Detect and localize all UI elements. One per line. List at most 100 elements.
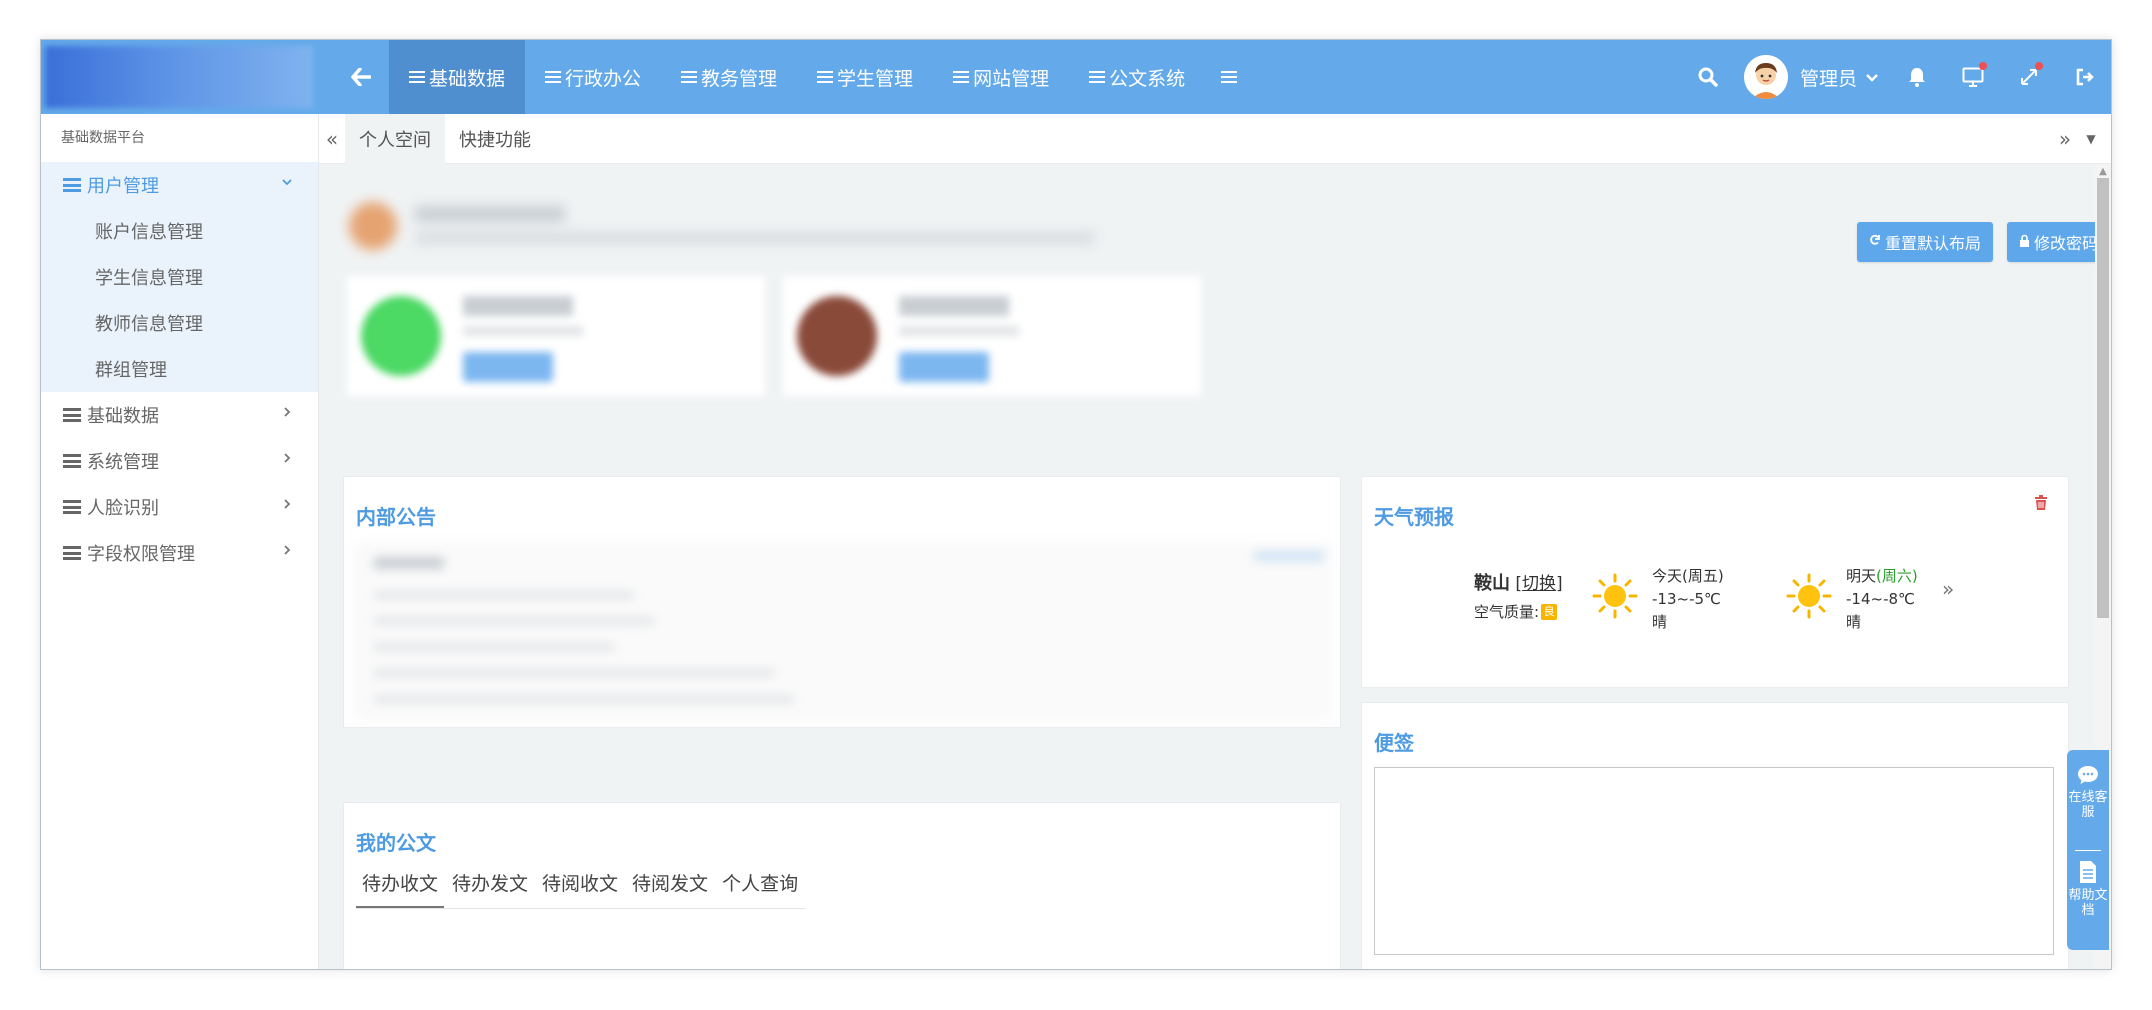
app-logo	[45, 46, 313, 108]
menu-icon	[1221, 71, 1238, 83]
sidebar-item-teacher-info[interactable]: 教师信息管理	[41, 300, 318, 346]
menu-icon	[545, 71, 562, 83]
notice-panel: 内部公告	[343, 476, 1341, 728]
tomorrow-desc: 晴	[1846, 613, 1862, 631]
top-nav: 基础数据 行政办公 教务管理 学生管理 网站管理 公文系统	[389, 40, 1257, 114]
floating-service-panel: 在线客服 帮助文档	[2067, 750, 2109, 950]
chevron-right-icon	[280, 404, 294, 423]
top-right-tools: 管理员	[1680, 40, 2111, 114]
tab-pending-sent[interactable]: 待办发文	[446, 865, 534, 908]
sidebar: 基础数据平台 用户管理 账户信息管理 学生信息管理 教师信息管理 群组管理 基础…	[41, 114, 319, 969]
nav-item-basic-data[interactable]: 基础数据	[389, 40, 526, 114]
chat-icon	[2078, 766, 2098, 784]
sidebar-title: 基础数据平台	[61, 130, 145, 146]
notice-list-blurred	[354, 543, 1332, 721]
tab-personal-space[interactable]: 个人空间	[345, 114, 445, 164]
tab-list: 个人空间 快捷功能	[345, 114, 545, 164]
shortcut-card-blurred	[783, 276, 1201, 396]
notes-title: 便签	[1374, 731, 1414, 755]
bell-icon[interactable]	[1889, 40, 1945, 114]
sidebar-group-label: 用户管理	[87, 176, 159, 197]
menu-icon	[817, 71, 834, 83]
divider	[2075, 850, 2101, 851]
nav-label: 基础数据	[429, 67, 506, 90]
chevron-down-icon	[280, 174, 294, 193]
sidebar-group-system-management[interactable]: 系统管理	[41, 438, 318, 484]
user-menu[interactable]: 管理员	[1743, 55, 1879, 99]
refresh-icon	[1869, 234, 1881, 250]
sidebar-item-account-info[interactable]: 账户信息管理	[41, 208, 318, 254]
expand-icon[interactable]	[2001, 40, 2057, 114]
sidebar-submenu: 账户信息管理 学生信息管理 教师信息管理 群组管理	[41, 208, 318, 392]
logout-icon[interactable]	[2057, 40, 2111, 114]
today-weekday: (周五)	[1682, 567, 1724, 585]
sidebar-group-label: 人脸识别	[87, 498, 159, 519]
sidebar-group-face-recognition[interactable]: 人脸识别	[41, 484, 318, 530]
nav-item-documents[interactable]: 公文系统	[1069, 40, 1205, 114]
air-quality: 空气质量: 良	[1474, 601, 1558, 622]
tab-toread-sent[interactable]: 待阅发文	[626, 865, 714, 908]
app-window: 基础数据 行政办公 教务管理 学生管理 网站管理 公文系统 管理员 基础数据平台…	[40, 39, 2112, 970]
main-content: 重置默认布局 修改密码 内部公告 我的公文 待办收文 待办发文 待阅收文 待阅发…	[319, 164, 2111, 969]
back-arrow-icon[interactable]	[333, 40, 389, 114]
tab-pending-received[interactable]: 待办收文	[356, 865, 445, 908]
sidebar-group-user-management[interactable]: 用户管理	[41, 162, 318, 208]
tab-bar: « 个人空间 快捷功能 » ▼	[319, 114, 2111, 164]
nav-label: 公文系统	[1109, 67, 1186, 90]
profile-summary-blurred	[343, 198, 1103, 258]
menu-icon	[953, 71, 970, 83]
double-chevron-left-icon[interactable]: «	[319, 114, 345, 164]
document-icon	[2080, 861, 2096, 883]
scrollbar-thumb[interactable]	[2097, 178, 2109, 618]
online-support-button[interactable]: 在线客服	[2067, 764, 2109, 820]
menu-icon	[1089, 71, 1106, 83]
tab-personal-query[interactable]: 个人查询	[716, 865, 804, 908]
tab-toread-received[interactable]: 待阅收文	[536, 865, 624, 908]
top-bar: 基础数据 行政办公 教务管理 学生管理 网站管理 公文系统 管理员	[41, 40, 2111, 114]
sidebar-item-group-management[interactable]: 群组管理	[41, 346, 318, 392]
weather-tomorrow: 明天(周六) -14~-8℃ 晴	[1846, 565, 1918, 634]
nav-item-admin-office[interactable]: 行政办公	[525, 40, 661, 114]
list-icon	[63, 408, 81, 422]
double-chevron-right-icon[interactable]: »	[2053, 114, 2077, 164]
online-support-label: 在线客服	[2068, 790, 2108, 820]
search-icon[interactable]	[1680, 40, 1736, 114]
sidebar-group-field-permissions[interactable]: 字段权限管理	[41, 530, 318, 576]
switch-city-link[interactable]: 切换	[1522, 574, 1556, 594]
weather-city: 鞍山 [切换]	[1474, 573, 1563, 594]
list-icon	[63, 500, 81, 514]
sun-icon	[1786, 573, 1832, 619]
list-icon	[63, 178, 81, 192]
reset-layout-button[interactable]: 重置默认布局	[1857, 222, 1994, 262]
today-temp: -13~-5℃	[1652, 590, 1721, 608]
menu-icon	[409, 71, 425, 83]
tab-quick-functions[interactable]: 快捷功能	[445, 114, 545, 164]
change-password-label: 修改密码	[2034, 234, 2099, 253]
help-docs-label: 帮助文档	[2068, 888, 2108, 918]
notes-textarea[interactable]	[1374, 767, 2054, 955]
weather-title: 天气预报	[1374, 505, 1454, 529]
city-name: 鞍山	[1474, 573, 1510, 594]
sidebar-group-label: 基础数据	[87, 406, 159, 427]
nav-item-academic[interactable]: 教务管理	[661, 40, 797, 114]
notification-dot	[1979, 62, 1987, 70]
nav-more-menu[interactable]	[1205, 40, 1257, 114]
nav-item-website[interactable]: 网站管理	[933, 40, 1069, 114]
nav-label: 行政办公	[565, 67, 642, 90]
nav-label: 网站管理	[973, 67, 1050, 90]
monitor-icon[interactable]	[1945, 40, 2001, 114]
sidebar-item-student-info[interactable]: 学生信息管理	[41, 254, 318, 300]
air-quality-badge: 良	[1541, 603, 1558, 620]
sidebar-group-basic-data[interactable]: 基础数据	[41, 392, 318, 438]
chevron-right-icon	[280, 496, 294, 515]
documents-title: 我的公文	[356, 831, 436, 855]
avatar	[1743, 55, 1788, 99]
trash-icon[interactable]	[2034, 495, 2052, 515]
documents-tabs: 待办收文 待办发文 待阅收文 待阅发文 个人查询	[356, 865, 807, 909]
list-icon	[63, 546, 81, 560]
lock-icon	[2019, 234, 2030, 251]
double-chevron-right-icon[interactable]: »	[1942, 577, 1954, 601]
caret-down-icon[interactable]: ▼	[2081, 114, 2101, 164]
help-docs-button[interactable]: 帮助文档	[2067, 860, 2109, 918]
nav-item-students[interactable]: 学生管理	[797, 40, 933, 114]
